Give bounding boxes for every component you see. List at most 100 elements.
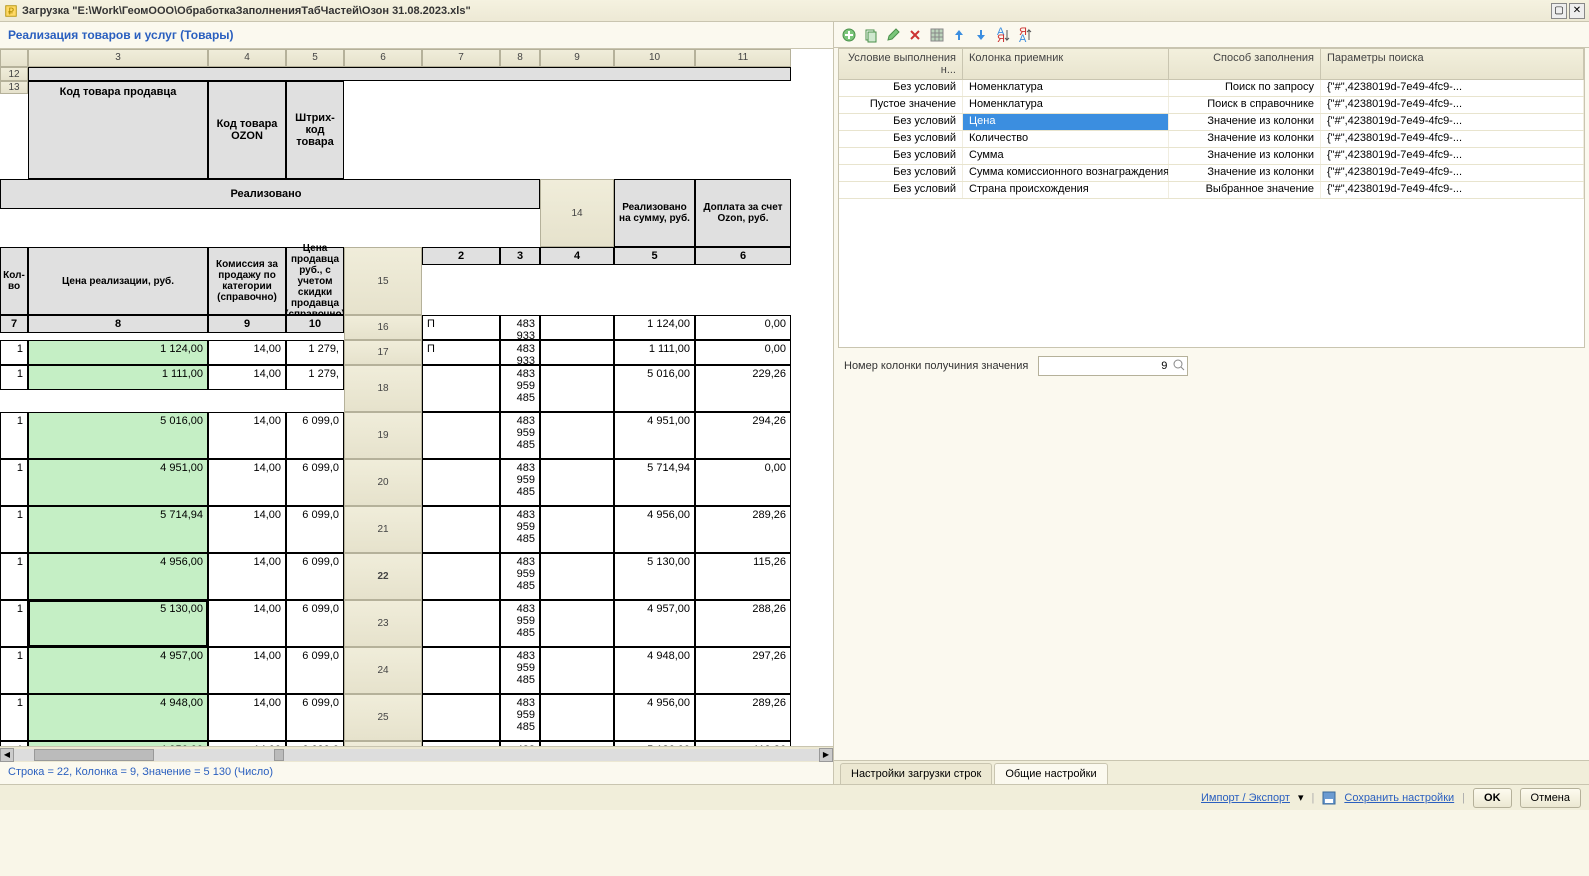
cell[interactable]: 14,00 [208,459,286,506]
cell[interactable]: 1 [0,459,28,506]
cell[interactable]: Реализовано на сумму, руб. [614,179,695,247]
cell[interactable]: 4 [540,247,614,265]
delete-icon[interactable] [906,26,924,44]
cell[interactable]: 289,26 [695,506,791,553]
cell[interactable]: Код товара OZON [208,81,286,179]
cell[interactable]: 1 279, [286,340,344,365]
grid-cell[interactable]: {"#",4238019d-7e49-4fc9-... [1321,148,1584,164]
cell[interactable]: 229,26 [695,365,791,412]
cell[interactable]: 14,00 [208,647,286,694]
ok-button[interactable]: OK [1473,788,1512,808]
cell[interactable]: 2 [422,247,500,265]
grid-row[interactable]: Без условийСумма комиссионного вознаграж… [839,165,1584,182]
copy-icon[interactable] [862,26,880,44]
cell[interactable]: 6 099,0 [286,553,344,600]
cell[interactable]: 14,00 [208,600,286,647]
cell[interactable]: 4 948,00 [614,647,695,694]
grid-cell[interactable]: Сумма [963,148,1169,164]
grid-cell[interactable]: Количество [963,131,1169,147]
cell[interactable]: Штрих-код товара [286,81,344,179]
grid-cell[interactable]: Без условий [839,80,963,96]
grid-cell[interactable]: Поиск в справочнике [1169,97,1321,113]
sort-desc-icon[interactable]: ЯА [1016,26,1034,44]
cell[interactable] [540,340,614,365]
cell[interactable]: 20 [344,459,422,506]
add-icon[interactable] [840,26,858,44]
cell[interactable]: 5 714,94 [614,459,695,506]
cell[interactable]: 18 [344,365,422,412]
cell[interactable]: 4 951,00 [614,412,695,459]
cell[interactable] [422,741,500,746]
cell[interactable]: 14,00 [208,365,286,390]
cell[interactable]: 3 [500,247,540,265]
cell[interactable]: 6 099,0 [286,694,344,741]
cell[interactable]: Доплата за счет Ozon, руб. [695,179,791,247]
grid-cell[interactable]: Без условий [839,165,963,181]
cell[interactable]: 19 [344,412,422,459]
subtitle-link[interactable]: Реализация товаров и услуг (Товары) [0,22,833,48]
cell[interactable]: 1 [0,340,28,365]
grid-cell[interactable]: {"#",4238019d-7e49-4fc9-... [1321,114,1584,130]
cell[interactable]: 1 [0,741,28,746]
grid-cell[interactable]: Значение из колонки [1169,131,1321,147]
cell[interactable]: 0,00 [695,459,791,506]
cell[interactable]: 115,26 [695,553,791,600]
grid-cell[interactable]: {"#",4238019d-7e49-4fc9-... [1321,131,1584,147]
cell[interactable]: 8 [28,315,208,333]
cell[interactable]: Комиссия за продажу по категории (справо… [208,247,286,315]
cell[interactable] [422,694,500,741]
cell[interactable]: 26 [344,741,422,746]
cell[interactable]: 5 [614,247,695,265]
cell[interactable]: 9 [208,315,286,333]
cell[interactable]: 297,26 [695,647,791,694]
cell[interactable] [422,506,500,553]
cell[interactable] [422,459,500,506]
cell[interactable]: 294,26 [695,412,791,459]
cell[interactable]: 11 [695,49,791,67]
cell[interactable]: 483 959 485 [500,365,540,412]
cell[interactable]: 24 [344,647,422,694]
cell[interactable]: 8 [500,49,540,67]
cell[interactable] [422,553,500,600]
grid-cell[interactable]: Номенклатура [963,97,1169,113]
cell[interactable]: 483 959 485 [500,553,540,600]
cell[interactable]: 23 [344,600,422,647]
cell[interactable]: 483 933 795 [500,315,540,340]
grid-cell[interactable]: Цена [963,114,1169,130]
cell[interactable]: 6 [695,247,791,265]
cell[interactable] [540,412,614,459]
cell[interactable]: 289,26 [695,694,791,741]
grid-row[interactable]: Пустое значениеНоменклатураПоиск в справ… [839,97,1584,114]
cell[interactable]: 4 956,00 [614,694,695,741]
cell[interactable]: Код товара продавца [28,81,208,179]
save-settings-link[interactable]: Сохранить настройки [1344,792,1454,804]
grid-cell[interactable]: Выбранное значение [1169,182,1321,198]
cell[interactable]: 6 099,0 [286,741,344,746]
cell[interactable]: 1 [0,600,28,647]
cancel-button[interactable]: Отмена [1520,788,1581,808]
import-export-link[interactable]: Импорт / Экспорт [1201,792,1290,804]
sort-asc-icon[interactable]: АЯ [994,26,1012,44]
cell[interactable]: 12 [0,67,28,81]
grid-header[interactable]: Способ заполнения [1169,49,1321,79]
cell[interactable]: 1 [0,553,28,600]
grid-row[interactable]: Без условийНоменклатураПоиск по запросу{… [839,80,1584,97]
cell[interactable]: 4 [208,49,286,67]
cell[interactable]: П [422,315,500,340]
cell[interactable]: 6 099,0 [286,600,344,647]
cell[interactable]: 4 957,00 [28,647,208,694]
cell[interactable]: 483 959 485 [500,412,540,459]
cell[interactable]: 13 [0,81,28,94]
cell[interactable]: 7 [422,49,500,67]
scroll-left-button[interactable]: ◀ [0,748,14,762]
cell[interactable]: 5 130,00 [614,553,695,600]
cell[interactable]: 6 [344,49,422,67]
cell[interactable]: 1 124,00 [28,340,208,365]
grid-cell[interactable]: Сумма комиссионного вознаграждения [963,165,1169,181]
grid-cell[interactable]: {"#",4238019d-7e49-4fc9-... [1321,182,1584,198]
scroll-thumb-2[interactable] [274,749,284,761]
cell[interactable]: 25 [344,694,422,741]
scroll-track[interactable] [14,749,819,761]
cell[interactable] [540,506,614,553]
cell[interactable]: Цена продавца руб., с учетом скидки прод… [286,247,344,315]
